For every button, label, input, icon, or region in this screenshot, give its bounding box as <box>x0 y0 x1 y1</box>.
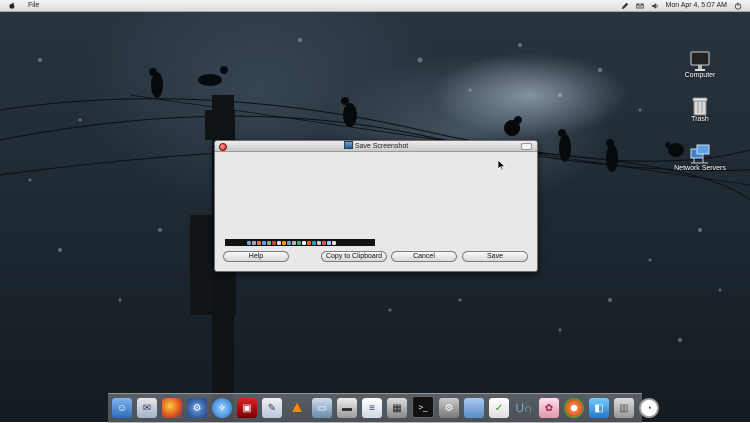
mail-icon[interactable] <box>635 2 644 10</box>
volume-icon[interactable] <box>651 2 659 10</box>
dialog-title: Save Screenshot <box>354 143 409 150</box>
desktop-icon-trash[interactable]: Trash <box>670 96 730 123</box>
dock-trash-icon[interactable]: ▥ <box>614 398 634 418</box>
dock-photo-booth-icon[interactable]: ▣ <box>237 398 257 418</box>
save-screenshot-dialog: Save Screenshot Help Copy to Clipboard C… <box>214 140 538 272</box>
file-menu[interactable]: File <box>28 2 39 9</box>
desktop-icon-network-servers[interactable]: Network Servers <box>670 143 730 172</box>
copy-to-clipboard-button[interactable]: Copy to Clipboard <box>321 251 387 262</box>
cancel-button[interactable]: Cancel <box>391 251 457 262</box>
computer-icon <box>690 51 710 71</box>
mouse-cursor-icon <box>498 160 506 171</box>
dock-calculator-icon[interactable]: ▦ <box>387 398 407 418</box>
screenshot-app-icon <box>343 141 353 149</box>
pen-icon[interactable] <box>621 2 629 10</box>
save-button[interactable]: Save <box>462 251 528 262</box>
screenshot-preview-thumbnail <box>225 239 375 246</box>
dock-screenshot-icon[interactable]: ▭ <box>312 398 332 418</box>
desktop-icon-label: Network Servers <box>674 165 726 172</box>
desktop-icon-computer[interactable]: Computer <box>670 50 730 79</box>
dock-application-icon[interactable]: ✓ <box>489 398 509 418</box>
dock-safari-icon[interactable]: ✧ <box>212 398 232 418</box>
top-menu-bar: File Mon Apr 4, 5:07 AM <box>0 0 750 12</box>
dock-finder-icon[interactable]: ☺ <box>112 398 132 418</box>
dock-vlc-icon[interactable]: ▲ <box>287 398 307 418</box>
close-window-button[interactable] <box>219 143 227 151</box>
dock-office-icon[interactable]: ✿ <box>539 398 559 418</box>
desktop-icon-label: Trash <box>691 116 709 123</box>
dock-folder-icon[interactable] <box>464 398 484 418</box>
clock[interactable]: Mon Apr 4, 5:07 AM <box>666 2 727 9</box>
dock-vpn-icon[interactable]: ◧ <box>589 398 609 418</box>
dock-mail-icon[interactable]: ✉ <box>137 398 157 418</box>
network-servers-icon <box>690 144 710 164</box>
dock-preview-icon[interactable]: ✎ <box>262 398 282 418</box>
help-button[interactable]: Help <box>223 251 289 262</box>
dock-clock-icon[interactable]: ◔ <box>639 398 659 418</box>
dock-chrome-icon[interactable] <box>564 398 584 418</box>
apple-menu-icon[interactable] <box>8 1 16 10</box>
dock-ubuntu-one-icon[interactable]: U∩ <box>514 398 534 418</box>
dock-firefox-icon[interactable] <box>162 398 182 418</box>
dialog-titlebar[interactable]: Save Screenshot <box>215 141 537 152</box>
dock-textedit-icon[interactable]: ≡ <box>362 398 382 418</box>
dock-system-preferences-icon[interactable]: ⚙ <box>439 398 459 418</box>
dock-scanner-icon[interactable]: ▬ <box>337 398 357 418</box>
dock-items: ☺ ✉ ⚙ ✧ ▣ ✎ ▲ ▭ ▬ ≡ ▦ >_ ⚙ ✓ U∩ ✿ ◧ ▥ ◔ <box>112 394 659 418</box>
power-icon[interactable] <box>734 2 742 10</box>
trash-icon <box>692 97 708 116</box>
dock-terminal-icon[interactable]: >_ <box>412 396 434 418</box>
zoom-window-button[interactable] <box>521 143 532 150</box>
desktop-icon-label: Computer <box>684 72 716 79</box>
dock-network-icon[interactable]: ⚙ <box>187 398 207 418</box>
menubar-status-area: Mon Apr 4, 5:07 AM <box>621 2 750 10</box>
